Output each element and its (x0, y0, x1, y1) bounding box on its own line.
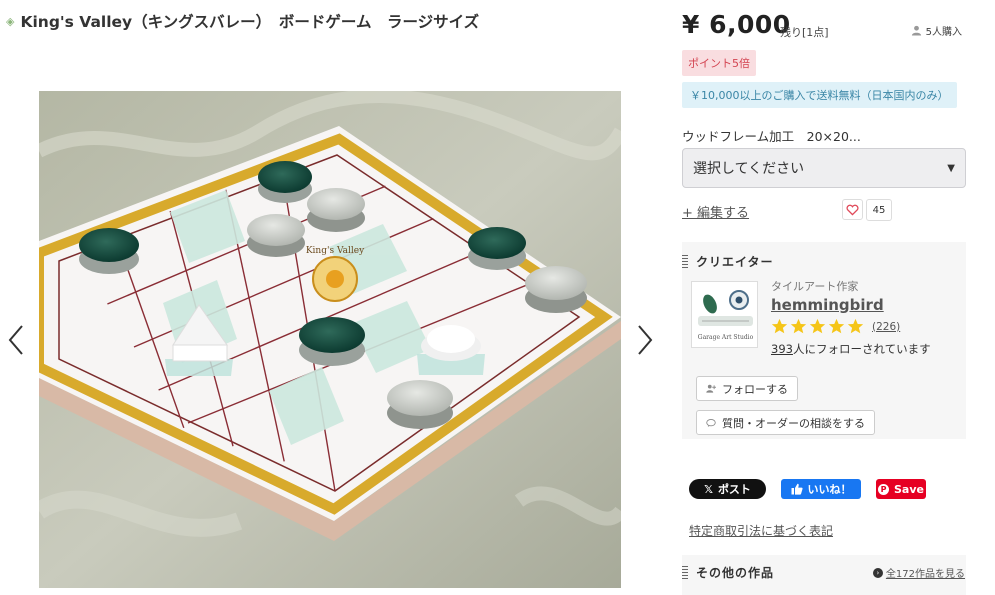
follow-label: フォローする (722, 382, 788, 396)
rating-count-link[interactable]: (226) (872, 321, 900, 333)
person-icon (911, 25, 921, 36)
point-badge: ポイント5倍 (682, 50, 756, 76)
speech-bubble-icon (706, 418, 716, 427)
thumbs-up-icon (791, 483, 803, 495)
stock-remaining: 残り[1点] (780, 26, 829, 39)
pinterest-icon: P (878, 483, 889, 495)
star-icon (828, 318, 845, 334)
x-logo-icon: 𝕏 (704, 482, 713, 496)
chevron-down-icon: ▼ (947, 162, 955, 174)
grey-piece (525, 266, 587, 313)
product-photo[interactable]: King's Valley (39, 91, 621, 588)
option-label: ウッドフレーム加工 20×20... (682, 129, 861, 144)
share-x-label: ポスト (717, 483, 751, 496)
creator-card: クリエイター Garage Art Studio タイルアート作家 hemmin… (682, 242, 966, 439)
followers-line: 393人にフォローされています (771, 341, 931, 357)
chevron-right-circle-icon: › (872, 567, 883, 578)
section-marker-icon (682, 254, 688, 269)
shipping-badge: ￥10,000以上のご購入で送料無料（日本国内のみ） (682, 82, 957, 108)
favorite-group: 45 (842, 199, 892, 221)
star-icon (790, 318, 807, 334)
legal-notice-link[interactable]: 特定商取引法に基づく表記 (689, 522, 833, 539)
price-row: ¥ 6,000 残り[1点] 5人購入 (682, 10, 964, 42)
all-works-label: 全172作品を見る (885, 569, 965, 580)
chevron-left-icon (8, 325, 23, 355)
favorite-count: 45 (866, 199, 892, 221)
section-marker-icon (682, 565, 688, 580)
grey-piece (387, 380, 453, 429)
pinterest-save-button[interactable]: P Save (876, 479, 926, 499)
creator-section-title: クリエイター (696, 255, 774, 269)
board-center-label: King's Valley (306, 246, 365, 256)
select-placeholder: 選択してください (693, 161, 805, 177)
share-x-button[interactable]: 𝕏 ポスト (689, 479, 766, 499)
other-works-section: その他の作品 › 全172作品を見る (682, 555, 966, 595)
star-icon (809, 318, 826, 334)
star-icon (847, 318, 864, 334)
star-icon (771, 318, 788, 334)
favorite-button[interactable] (842, 199, 863, 220)
heart-icon (846, 204, 859, 216)
follow-button[interactable]: フォローする (696, 376, 798, 401)
chevron-right-icon (638, 325, 653, 355)
add-user-icon (706, 384, 716, 393)
grey-piece (307, 188, 365, 232)
facebook-like-label: いいね！ (807, 483, 852, 496)
dark-piece (258, 161, 312, 203)
dark-piece (468, 227, 526, 270)
creator-logo: Garage Art Studio (692, 282, 757, 347)
buyers-count: 5人購入 (911, 23, 962, 38)
product-price: ¥ 6,000 (682, 10, 791, 39)
prev-image-arrow[interactable] (6, 322, 28, 358)
grey-piece (247, 214, 305, 257)
creator-name-link[interactable]: hemmingbird (771, 296, 884, 314)
facebook-like-button[interactable]: いいね！ (781, 479, 861, 499)
creator-role: タイルアート作家 (771, 280, 859, 293)
other-works-header: その他の作品 (682, 564, 774, 581)
next-image-arrow[interactable] (633, 322, 655, 358)
leaf-icon: ◈ (6, 14, 15, 28)
all-works-link[interactable]: › 全172作品を見る (872, 565, 965, 580)
creator-avatar[interactable]: Garage Art Studio (691, 281, 758, 348)
followers-count-link[interactable]: 393 (771, 342, 793, 356)
edit-link[interactable]: + 編集する (682, 202, 749, 221)
option-select[interactable]: 選択してください ▼ (682, 148, 966, 188)
other-works-title: その他の作品 (696, 566, 775, 580)
followers-suffix: 人にフォローされています (792, 342, 931, 356)
ask-label: 質問・オーダーの相談をする (722, 416, 865, 430)
creator-rating: (226) (771, 318, 900, 335)
buyers-label: 5人購入 (925, 27, 962, 38)
creator-section-header: クリエイター (682, 253, 774, 270)
product-title: King's Valley（キングスバレー） ボードゲーム ラージサイズ (20, 13, 480, 31)
pinterest-save-label: Save (894, 482, 924, 496)
product-title-row: ◈ King's Valley（キングスバレー） ボードゲーム ラージサイズ (6, 10, 479, 32)
dark-piece (299, 317, 365, 366)
dark-piece (79, 228, 139, 274)
ask-question-button[interactable]: 質問・オーダーの相談をする (696, 410, 875, 435)
svg-text:Garage Art Studio: Garage Art Studio (698, 334, 754, 341)
board-illustration: King's Valley (39, 91, 621, 588)
